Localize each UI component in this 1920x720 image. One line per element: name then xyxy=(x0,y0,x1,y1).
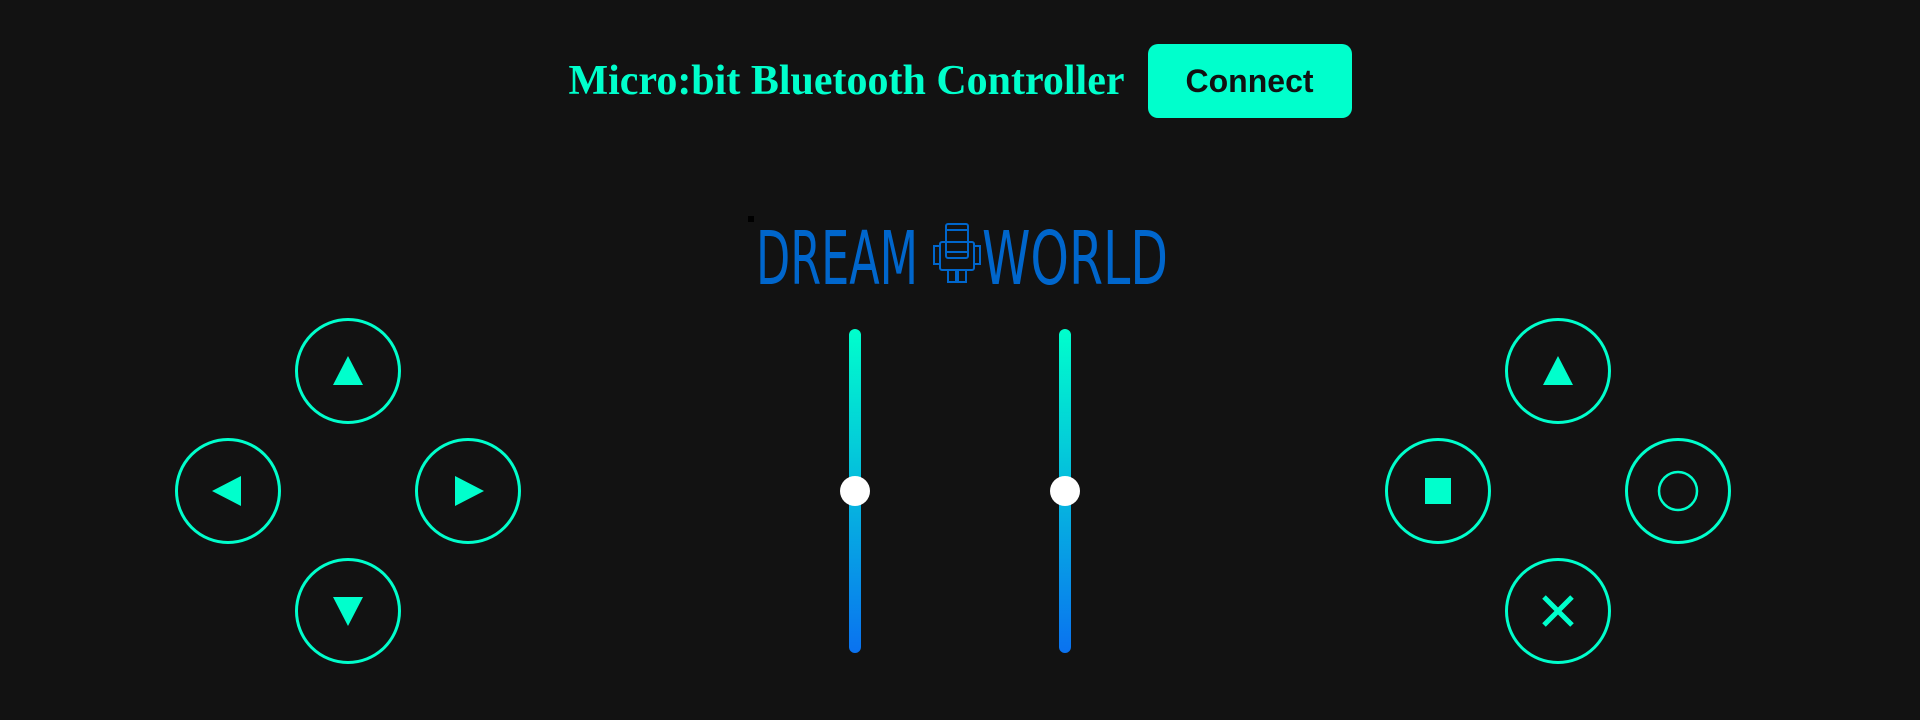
square-icon xyxy=(1425,478,1451,504)
dpad-left-button[interactable] xyxy=(175,438,281,544)
right-slider[interactable] xyxy=(1050,329,1080,653)
triangle-left-icon xyxy=(212,476,241,506)
dreamworld-logo: DREAM WORLD xyxy=(748,216,1168,288)
square-button[interactable] xyxy=(1385,438,1491,544)
circle-button[interactable] xyxy=(1625,438,1731,544)
cross-button[interactable] xyxy=(1505,558,1611,664)
robot-phone-icon xyxy=(933,223,981,283)
logo-text-right: WORLD xyxy=(982,216,1168,288)
left-slider[interactable] xyxy=(840,329,870,653)
right-slider-thumb[interactable] xyxy=(1050,476,1080,506)
connect-button[interactable]: Connect xyxy=(1147,44,1352,118)
cross-icon xyxy=(1542,595,1574,627)
dpad-right-button[interactable] xyxy=(415,438,521,544)
dpad-down-button[interactable] xyxy=(295,558,401,664)
left-slider-thumb[interactable] xyxy=(840,476,870,506)
logo-dot xyxy=(748,216,754,222)
circle-icon xyxy=(1657,470,1699,512)
logo-text-left: DREAM xyxy=(756,216,918,288)
triangle-down-icon xyxy=(333,597,363,626)
dpad-up-button[interactable] xyxy=(295,318,401,424)
triangle-icon xyxy=(1543,356,1573,385)
triangle-right-icon xyxy=(455,476,484,506)
triangle-up-icon xyxy=(333,356,363,385)
triangle-button[interactable] xyxy=(1505,318,1611,424)
header: Micro:bit Bluetooth Controller Connect xyxy=(0,44,1920,118)
app-title: Micro:bit Bluetooth Controller xyxy=(568,58,1125,104)
controller-screen: Micro:bit Bluetooth Controller Connect D… xyxy=(0,0,1920,720)
